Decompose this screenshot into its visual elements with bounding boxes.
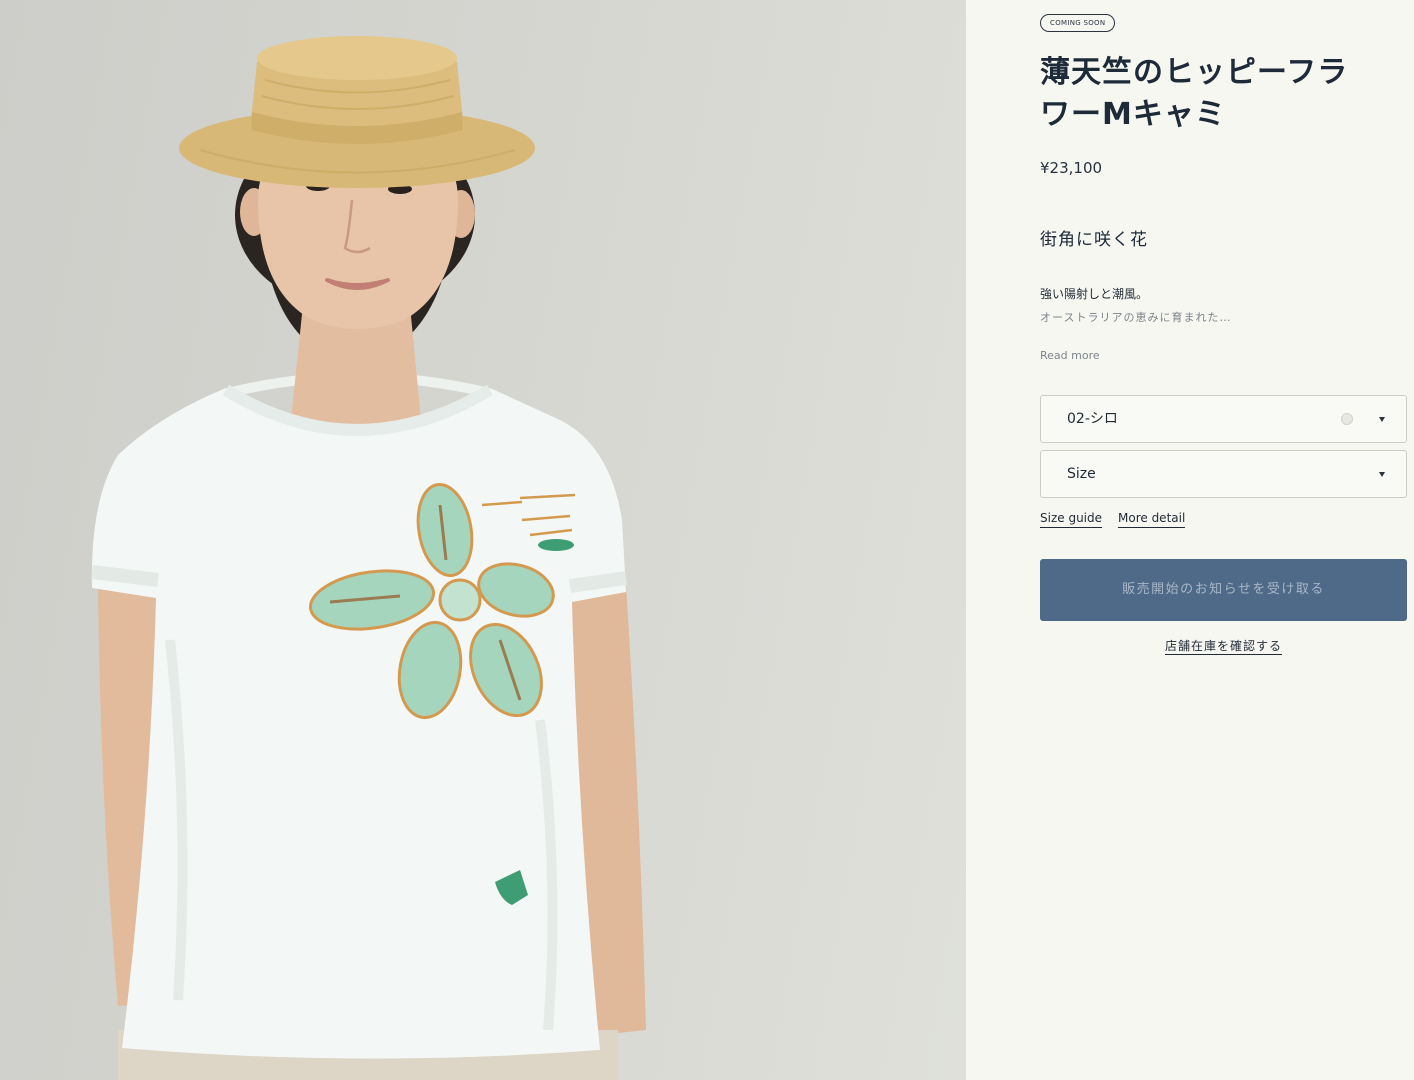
color-select-value: 02-シロ bbox=[1067, 411, 1118, 427]
description-lead: 強い陽射しと潮風。 bbox=[1040, 287, 1149, 301]
size-select-value: Size bbox=[1067, 466, 1096, 482]
left-sleeve-cuff bbox=[91, 565, 159, 587]
chevron-down-icon bbox=[1379, 417, 1385, 422]
product-info-panel: COMING SOON 薄天竺のヒッピーフラワーMキャミ ¥23,100 街角に… bbox=[966, 0, 1414, 1080]
more-detail-link[interactable]: More detail bbox=[1118, 510, 1186, 528]
circle-swatch-icon bbox=[1341, 413, 1353, 425]
straw-hat bbox=[179, 36, 535, 188]
status-badge: COMING SOON bbox=[1040, 14, 1116, 32]
print-accent bbox=[538, 539, 574, 551]
size-guide-link[interactable]: Size guide bbox=[1040, 510, 1103, 528]
description-excerpt: オーストラリアの恵みに育まれた… bbox=[1040, 311, 1232, 324]
model-photo bbox=[91, 36, 646, 1080]
product-price: ¥23,100 bbox=[1040, 159, 1103, 177]
hat-top bbox=[257, 36, 457, 80]
flower-center bbox=[438, 578, 482, 622]
t-shirt bbox=[91, 388, 626, 1059]
product-tagline: 街角に咲く花 bbox=[1040, 230, 1148, 250]
chevron-down-icon bbox=[1379, 472, 1385, 477]
store-stock-row: 店舗在庫を確認する bbox=[1040, 636, 1407, 655]
product-title: 薄天竺のヒッピーフラワーMキャミ bbox=[1040, 55, 1349, 132]
size-select[interactable]: Size bbox=[1040, 450, 1407, 498]
model-figure bbox=[91, 36, 646, 1080]
read-more-link[interactable]: Read more bbox=[1040, 349, 1100, 363]
color-select[interactable]: 02-シロ bbox=[1040, 395, 1407, 443]
store-stock-link[interactable]: 店舗在庫を確認する bbox=[1164, 639, 1282, 655]
right-sleeve-cuff bbox=[569, 571, 627, 593]
product-image bbox=[0, 0, 966, 1080]
notify-button[interactable]: 販売開始のお知らせを受け取る bbox=[1040, 559, 1407, 621]
